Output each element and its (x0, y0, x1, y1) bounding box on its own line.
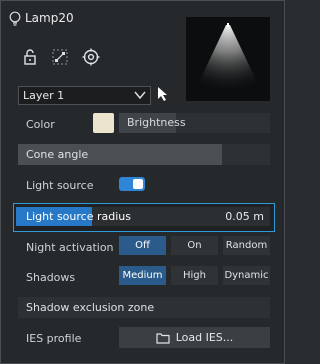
light-cone-preview-image (190, 23, 266, 101)
lamp-preview (186, 17, 270, 101)
ies-profile-label: IES profile (26, 332, 82, 345)
lamp-title: Lamp20 (25, 11, 74, 25)
shadows-high[interactable]: High (171, 266, 218, 285)
toggle-knob (133, 179, 143, 189)
light-source-toggle[interactable] (119, 177, 145, 191)
unlock-icon[interactable] (21, 48, 39, 66)
light-source-radius-value: 0.05 m (225, 210, 264, 223)
layer-dropdown[interactable]: Layer 1 (18, 86, 151, 105)
folder-icon (156, 332, 170, 344)
shadow-exclusion-zone-button[interactable]: Shadow exclusion zone (18, 297, 270, 318)
night-activation-label: Night activation (26, 241, 114, 254)
chevron-down-icon (134, 91, 146, 100)
shadows-medium[interactable]: Medium (119, 266, 166, 285)
color-swatch[interactable] (93, 113, 114, 133)
color-label: Color (26, 118, 55, 131)
resize-icon[interactable] (51, 48, 69, 66)
bulb-icon (9, 11, 21, 26)
shadow-exclusion-zone-label: Shadow exclusion zone (26, 301, 155, 314)
load-ies-label: Load IES... (175, 331, 234, 344)
light-source-radius-label: Light source radius (26, 210, 131, 223)
night-activation-off[interactable]: Off (119, 236, 166, 255)
layer-dropdown-value: Layer 1 (23, 89, 65, 102)
cone-angle-slider[interactable]: Cone angle (18, 144, 270, 165)
light-source-label: Light source (26, 179, 94, 192)
night-activation-random[interactable]: Random (223, 236, 270, 255)
brightness-slider[interactable]: Brightness (119, 113, 270, 133)
load-ies-button[interactable]: Load IES... (119, 327, 270, 348)
light-source-radius-slider[interactable]: Light source radius 0.05 m (13, 203, 275, 232)
pick-cursor-icon[interactable] (156, 86, 172, 102)
lamp-properties-panel: Lamp20 Layer 1 Color Brightness Cone ang… (0, 0, 285, 364)
brightness-label: Brightness (127, 116, 186, 129)
crosshair-icon[interactable] (82, 48, 100, 66)
shadows-label: Shadows (26, 271, 76, 284)
cone-angle-label: Cone angle (26, 148, 89, 161)
shadows-dynamic[interactable]: Dynamic (223, 266, 270, 285)
night-activation-on[interactable]: On (171, 236, 218, 255)
